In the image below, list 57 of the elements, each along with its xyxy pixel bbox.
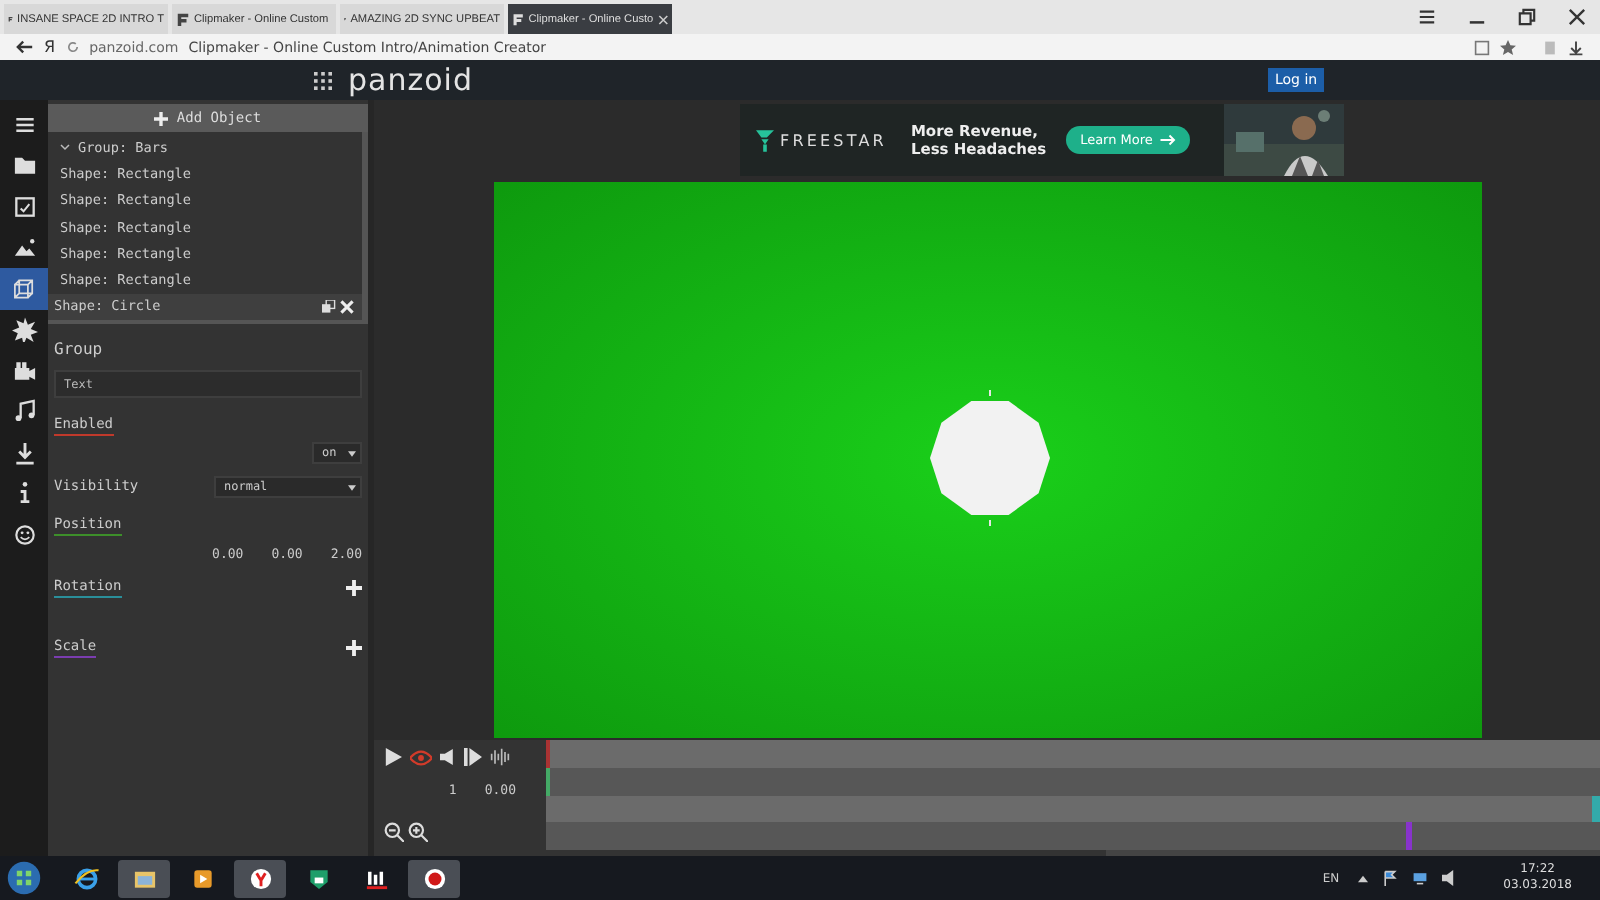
menu-icon[interactable] [1418, 8, 1436, 26]
timeline-track[interactable] [546, 795, 1600, 823]
camera-icon [11, 357, 37, 384]
taskbar-button[interactable] [408, 859, 460, 897]
burst-icon [11, 316, 37, 343]
zoom-in-icon[interactable] [408, 822, 428, 842]
timeline-track[interactable] [546, 740, 1600, 768]
star-icon[interactable] [1500, 39, 1516, 55]
taskbar-button[interactable] [118, 859, 170, 897]
caret-icon [348, 483, 356, 492]
network-icon[interactable] [1411, 870, 1428, 886]
step-forward-icon[interactable] [464, 748, 482, 766]
yandex-button[interactable]: Я [44, 38, 56, 56]
taskbar-button[interactable] [234, 859, 286, 897]
reload-icon[interactable] [65, 40, 80, 54]
back-arrow-icon[interactable] [16, 38, 34, 56]
waveform-icon[interactable] [490, 748, 510, 766]
arrow-icon [1160, 134, 1177, 146]
reader-icon[interactable] [1474, 39, 1490, 55]
section-heading: Group [54, 338, 105, 363]
eye-icon[interactable] [410, 749, 432, 765]
play-icon[interactable] [384, 748, 402, 766]
timeline-track[interactable] [546, 767, 1600, 796]
download-icon [11, 439, 37, 466]
shield-icon [305, 865, 331, 891]
smiley-icon [11, 521, 37, 548]
zoom-out-icon[interactable] [384, 822, 404, 842]
ad-brand: FREESTAR [780, 131, 887, 149]
folder-icon [11, 152, 37, 179]
checkbox-icon [11, 193, 37, 220]
mountain-icon [11, 234, 37, 261]
chevron-icon [60, 142, 70, 153]
plus-icon [154, 111, 169, 125]
flag-icon[interactable] [1381, 870, 1398, 886]
apps-grid-icon[interactable] [314, 71, 332, 89]
download-icon[interactable] [1568, 39, 1584, 55]
music-note-icon [11, 398, 37, 425]
start-button[interactable] [6, 860, 42, 896]
restore-icon[interactable] [1518, 8, 1536, 26]
logo[interactable]: panzoid [348, 62, 473, 98]
delete-icon[interactable] [340, 299, 354, 314]
record-icon [421, 865, 447, 891]
close-icon[interactable] [1568, 8, 1586, 26]
cube-icon [11, 275, 37, 302]
speaker-icon[interactable] [1441, 870, 1458, 886]
browser-icon [247, 865, 273, 891]
tray-arrow-icon[interactable] [1357, 873, 1368, 883]
browser-icon [73, 865, 99, 891]
caret-icon [348, 449, 356, 458]
scrollbar[interactable] [1106, 850, 1600, 857]
speaker-icon[interactable] [440, 748, 456, 766]
plus-icon[interactable] [346, 580, 362, 597]
freestar-logo-icon [756, 129, 774, 151]
plus-icon[interactable] [346, 640, 362, 657]
timeline-track[interactable] [546, 822, 1600, 851]
duplicate-icon[interactable] [322, 299, 336, 314]
media-player-icon [189, 865, 215, 891]
